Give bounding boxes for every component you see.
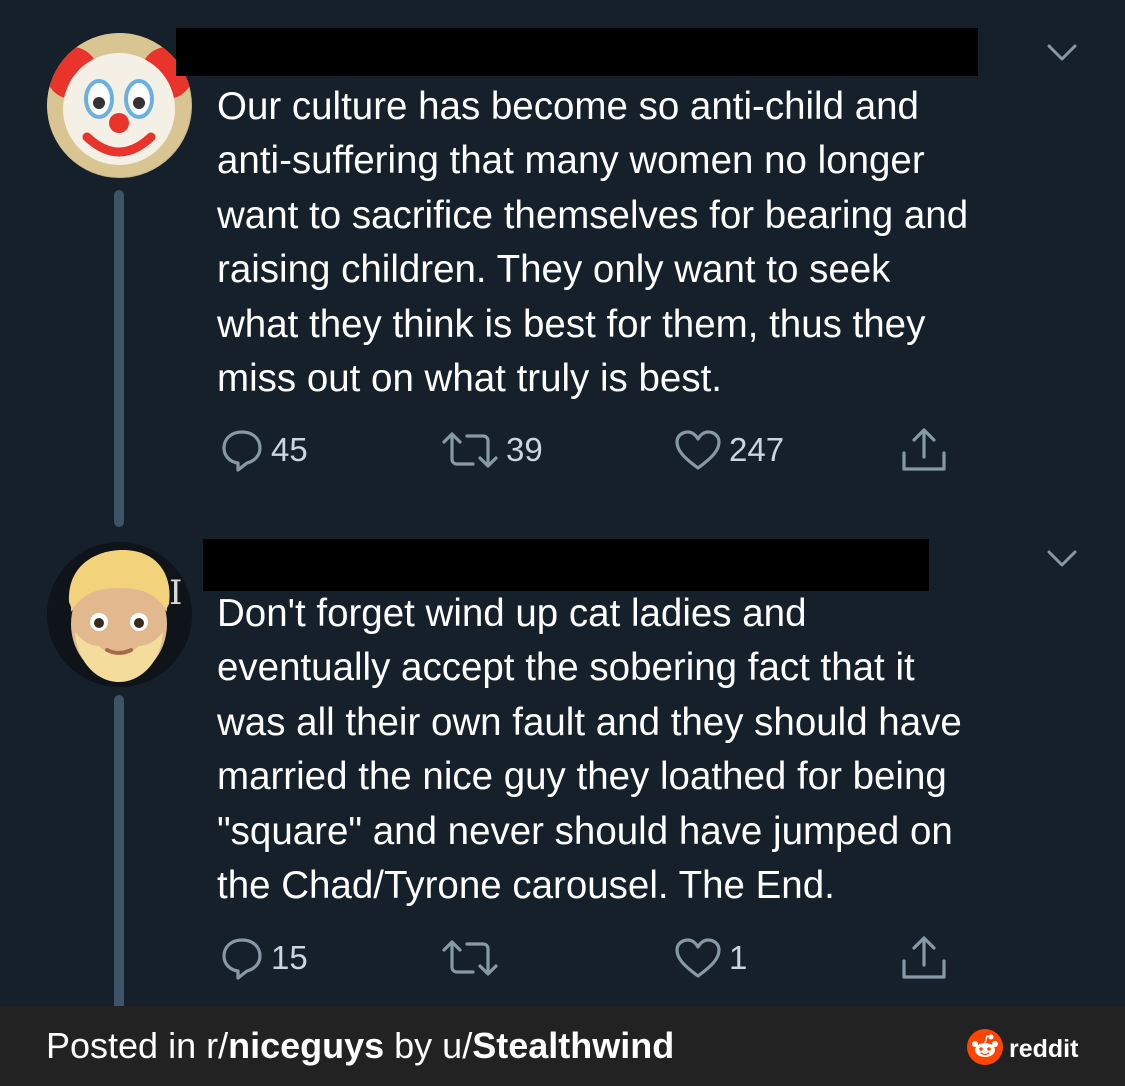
bearded-blond-man-icon[interactable]: I [47,542,192,687]
redacted-username-bar [176,28,978,76]
tweet-text: Our culture has become so anti-child and… [217,85,969,401]
share-button[interactable] [899,933,949,983]
svg-text:I: I [169,573,182,613]
reddit-alien-icon [967,1029,1003,1069]
subreddit-link[interactable]: niceguys [228,1025,384,1066]
like-button[interactable]: 1 [673,933,747,983]
username-link[interactable]: Stealthwind [472,1025,674,1066]
retweet-count: 39 [506,431,543,468]
reply-count: 45 [271,431,308,468]
clown-face-icon[interactable] [47,33,192,178]
reddit-wordmark: reddit [1009,1034,1079,1063]
share-icon [899,425,949,475]
reddit-footer: Posted in r/niceguys by u/Stealthwind re… [0,1006,1125,1086]
reply-icon [219,935,265,981]
like-count: 247 [729,431,785,468]
share-icon [899,933,949,983]
posted-in-label: Posted in r/ [46,1025,229,1066]
retweet-icon [440,427,500,473]
reddit-logo: reddit [967,1029,1079,1069]
chevron-down-icon[interactable] [1046,42,1078,64]
tweet-text: Don't forget wind up cat ladies and even… [217,592,962,908]
retweet-icon [440,935,500,981]
reply-button[interactable]: 45 [219,425,308,475]
like-button[interactable]: 247 [673,425,784,475]
heart-icon [673,427,723,473]
redacted-username-bar [203,539,929,591]
posted-in-caption: Posted in r/niceguys by u/Stealthwind [46,1025,674,1067]
heart-icon [673,935,723,981]
like-count: 1 [729,939,748,976]
reply-icon [219,427,265,473]
thread-line [114,190,124,527]
reply-button[interactable]: 15 [219,933,308,983]
reply-count: 15 [271,939,308,976]
retweet-button[interactable]: 39 [440,425,543,475]
tweet-2[interactable]: I Don't forget wind up cat ladies and ev… [0,525,1125,1010]
tweet-actions: 45 39 247 [0,425,1125,475]
screenshot: Our culture has become so anti-child and… [0,0,1125,1086]
share-button[interactable] [899,425,949,475]
by-label: by u/ [384,1025,473,1066]
tweet-actions: 15 1 [0,933,1125,983]
tweet-1[interactable]: Our culture has become so anti-child and… [0,0,1125,527]
retweet-button[interactable] [440,933,506,983]
chevron-down-icon[interactable] [1046,548,1078,570]
